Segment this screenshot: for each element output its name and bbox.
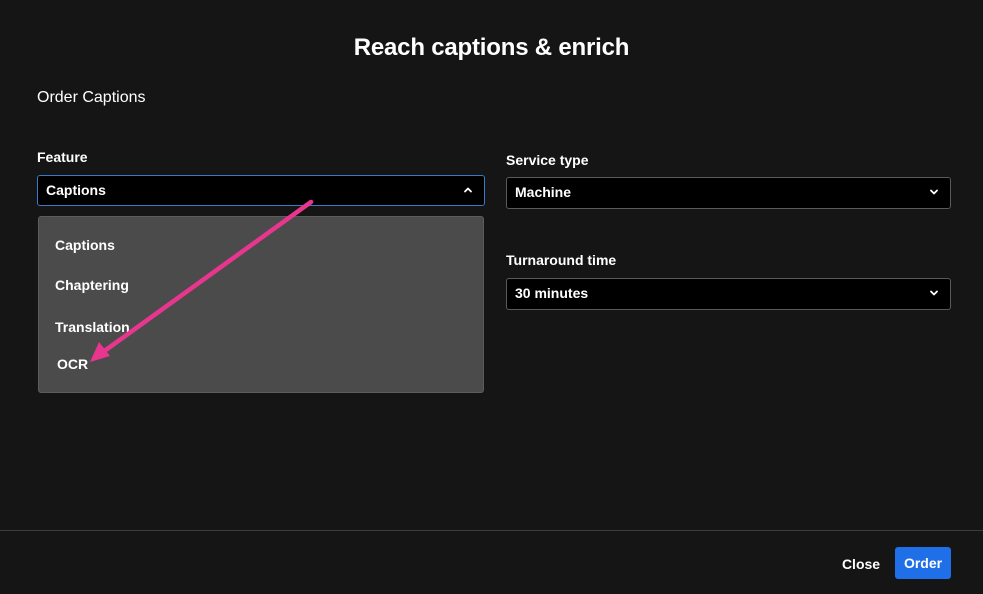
turnaround-time-select[interactable]: 30 minutes	[506, 278, 951, 310]
service-type-label: Service type	[506, 152, 589, 168]
service-type-selected-value: Machine	[515, 184, 572, 200]
feature-selected-value: Captions	[46, 182, 106, 198]
service-type-select[interactable]: Machine	[506, 177, 951, 209]
chevron-down-icon	[930, 189, 938, 195]
close-button[interactable]: Close	[836, 549, 886, 579]
feature-option-ocr[interactable]: OCR	[57, 356, 88, 372]
chevron-up-icon	[464, 187, 472, 193]
dialog-subtitle: Order Captions	[37, 89, 146, 106]
feature-select[interactable]: Captions	[37, 175, 485, 206]
feature-option-captions[interactable]: Captions	[55, 237, 115, 253]
feature-label: Feature	[37, 149, 88, 165]
reach-captions-dialog: Reach captions & enrich Order Captions F…	[0, 0, 983, 594]
dialog-title: Reach captions & enrich	[353, 34, 630, 61]
footer-divider	[0, 530, 983, 531]
turnaround-time-label: Turnaround time	[506, 252, 617, 268]
turnaround-time-selected-value: 30 minutes	[515, 285, 589, 301]
feature-dropdown-menu: Captions Chaptering Translation OCR	[38, 216, 484, 393]
feature-option-chaptering[interactable]: Chaptering	[55, 277, 129, 293]
chevron-down-icon	[930, 290, 938, 296]
order-button[interactable]: Order	[895, 547, 951, 579]
feature-option-translation[interactable]: Translation	[55, 319, 130, 335]
